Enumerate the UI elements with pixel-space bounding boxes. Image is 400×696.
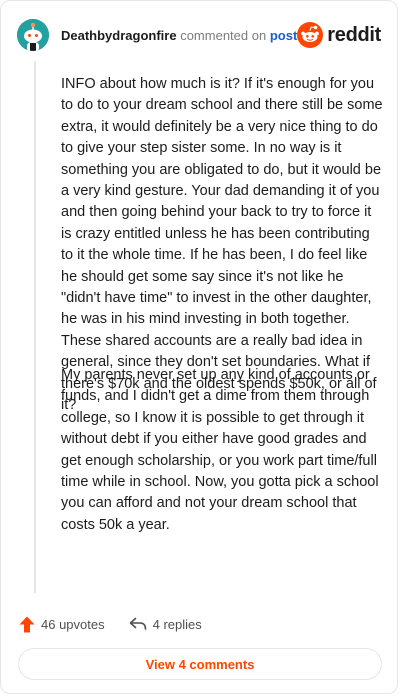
comment-actions: 46 upvotes 4 replies xyxy=(19,612,202,636)
snoo-avatar-icon xyxy=(17,19,49,51)
upvote-arrow-icon xyxy=(19,616,35,632)
upvote-button[interactable]: 46 upvotes xyxy=(19,616,105,633)
post-link[interactable]: post xyxy=(270,28,297,43)
replies-count: 4 replies xyxy=(152,616,202,632)
reddit-logo[interactable]: reddit xyxy=(297,22,381,48)
reply-arrow-icon xyxy=(129,617,146,630)
replies-button[interactable]: 4 replies xyxy=(129,617,202,632)
reddit-logo-icon xyxy=(297,22,324,48)
user-avatar[interactable] xyxy=(17,19,49,51)
username-link[interactable]: Deathbydragonfire xyxy=(61,28,177,43)
commented-on-text: commented on xyxy=(180,27,267,43)
upvote-count: 46 upvotes xyxy=(41,616,105,632)
view-comments-button[interactable]: View 4 comments xyxy=(18,648,382,680)
comment-card: Deathbydragonfire commented on post redd… xyxy=(0,0,398,694)
comment-header: Deathbydragonfire commented on post redd… xyxy=(17,17,381,53)
thread-line xyxy=(34,61,36,593)
comment-paragraph-2: My parents never set up any kind of acco… xyxy=(61,367,379,533)
reddit-wordmark: reddit xyxy=(327,23,382,46)
comment-meta: Deathbydragonfire commented on post xyxy=(61,28,297,43)
